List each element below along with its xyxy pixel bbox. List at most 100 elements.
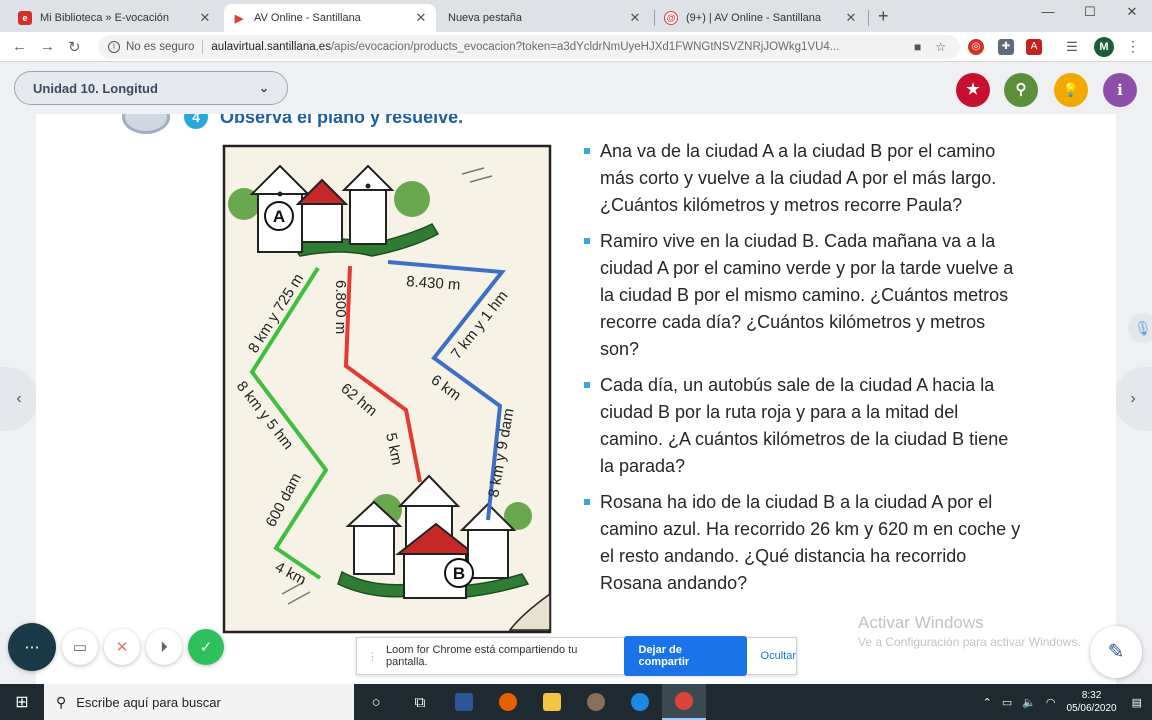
close-tab-icon[interactable]: ✕ bbox=[844, 10, 858, 26]
favorite-button[interactable]: ★ bbox=[956, 73, 990, 107]
exercise-number: 4 bbox=[184, 114, 208, 129]
tab-title: Mi Biblioteca » E-vocación bbox=[40, 12, 170, 24]
drag-handle-icon[interactable]: ⋮ bbox=[367, 650, 378, 663]
new-tab-icon[interactable]: + bbox=[878, 6, 889, 27]
tab-divider bbox=[868, 10, 869, 26]
wifi-icon[interactable]: ◠ bbox=[1046, 696, 1056, 709]
file-explorer-icon[interactable] bbox=[530, 684, 574, 720]
loom-menu-button[interactable]: ⋯ bbox=[8, 623, 56, 671]
word-app-icon[interactable] bbox=[442, 684, 486, 720]
spiral-favicon-icon: @ bbox=[664, 11, 678, 25]
profile-avatar[interactable]: M bbox=[1094, 37, 1114, 57]
watermark-subtitle: Ve a Configuración para activar Windows. bbox=[858, 635, 1081, 649]
chevron-down-icon: ⌄ bbox=[258, 81, 269, 95]
reading-list-icon[interactable]: ☰ bbox=[1064, 39, 1080, 55]
search-button[interactable]: ⚲ bbox=[1004, 73, 1038, 107]
search-icon: ⚲ bbox=[1015, 81, 1027, 98]
task-view-icon[interactable]: ⧉ bbox=[398, 684, 442, 720]
previous-page-button[interactable]: ‹ bbox=[0, 367, 38, 431]
route-map-illustration: A B 8 km y 725 m 8 km y 5 hm 600 dam 4 k… bbox=[222, 144, 552, 634]
exercise-heading: 4 Observa el plano y resuelve. bbox=[122, 114, 463, 134]
unit-selector[interactable]: Unidad 10. Longitud ⌄ bbox=[14, 71, 288, 105]
search-icon: ⚲ bbox=[56, 693, 67, 710]
security-status[interactable]: No es seguro bbox=[126, 41, 194, 53]
page-content: Unidad 10. Longitud ⌄ ★ ⚲ 💡 i ‹ › 🎙 4 Ob… bbox=[0, 63, 1152, 684]
loom-controls: ⋯ ▭ ✕ ⏵ ✓ bbox=[8, 623, 224, 671]
tab-title: (9+) | AV Online - Santillana bbox=[686, 12, 822, 24]
taskbar-search[interactable]: ⚲ Escribe aquí para buscar bbox=[44, 684, 354, 720]
tab-title: Nueva pestaña bbox=[448, 12, 522, 24]
back-icon[interactable]: ← bbox=[12, 38, 27, 55]
windows-activation-watermark: Activar Windows Ve a Configuración para … bbox=[858, 613, 1081, 649]
forward-icon[interactable]: → bbox=[40, 38, 55, 55]
notifications-icon[interactable]: ▤ bbox=[1132, 696, 1142, 709]
tab-mi-biblioteca[interactable]: e Mi Biblioteca » E-vocación ✕ bbox=[10, 4, 220, 32]
microphone-icon[interactable]: 🎙 bbox=[1128, 313, 1152, 343]
divider bbox=[202, 40, 204, 54]
close-window-icon[interactable]: ✕ bbox=[1112, 4, 1152, 20]
chrome-menu-icon[interactable]: ⋮ bbox=[1126, 38, 1140, 55]
chevron-right-icon: › bbox=[1130, 390, 1136, 407]
light-button[interactable]: 💡 bbox=[1054, 73, 1088, 107]
route-map: A B 8 km y 725 m 8 km y 5 hm 600 dam 4 k… bbox=[222, 144, 552, 634]
tab-title: AV Online - Santillana bbox=[254, 12, 361, 24]
task-item: Cada día, un autobús sale de la ciudad A… bbox=[584, 372, 1024, 480]
unit-label: Unidad 10. Longitud bbox=[33, 80, 158, 96]
app-icon[interactable] bbox=[574, 684, 618, 720]
info-button[interactable]: i bbox=[1103, 73, 1137, 107]
url-text[interactable]: aulavirtual.santillana.es/apis/evocacion… bbox=[211, 41, 914, 53]
camera-icon: ▭ bbox=[72, 639, 88, 656]
chrome-app-icon[interactable] bbox=[662, 684, 706, 720]
edit-button[interactable]: ✎ bbox=[1090, 626, 1142, 678]
close-tab-icon[interactable]: ✕ bbox=[628, 10, 642, 26]
info-icon[interactable]: i bbox=[108, 41, 120, 53]
cortana-icon[interactable]: ○ bbox=[354, 684, 398, 720]
minimize-icon[interactable]: — bbox=[1028, 4, 1068, 19]
loom-camera-button[interactable]: ▭ bbox=[62, 629, 98, 665]
loom-pause-button[interactable]: ⏵ bbox=[146, 629, 182, 665]
chevron-left-icon: ‹ bbox=[16, 390, 22, 407]
pdf-extension-icon[interactable]: A bbox=[1026, 39, 1042, 55]
reload-icon[interactable]: ↻ bbox=[68, 38, 81, 56]
exercise-sheet: 4 Observa el plano y resuelve. A B 8 km … bbox=[36, 114, 1116, 684]
volume-icon[interactable]: 🔈 bbox=[1022, 696, 1036, 709]
lightbulb-icon: 💡 bbox=[1062, 82, 1080, 97]
extension-icon[interactable]: ◎ bbox=[968, 39, 984, 55]
chevron-up-icon[interactable]: ⌃ bbox=[983, 696, 992, 709]
close-icon: ✕ bbox=[115, 639, 129, 656]
tab-av-online-notifications[interactable]: @ (9+) | AV Online - Santillana ✕ bbox=[656, 4, 866, 32]
tab-nueva-pestana[interactable]: Nueva pestaña ✕ bbox=[440, 4, 650, 32]
bookmark-star-icon[interactable]: ☆ bbox=[935, 40, 946, 54]
system-tray: ⌃ ▭ 🔈 ◠ 8:32 05/06/2020 ▤ bbox=[978, 689, 1152, 715]
close-tab-icon[interactable]: ✕ bbox=[414, 10, 428, 26]
exercise-type-icon bbox=[122, 114, 170, 134]
edge-app-icon[interactable] bbox=[618, 684, 662, 720]
loom-cancel-button[interactable]: ✕ bbox=[104, 629, 140, 665]
camera-icon[interactable]: ■ bbox=[914, 40, 921, 54]
tab-av-online[interactable]: ▶ AV Online - Santillana ✕ bbox=[224, 4, 436, 32]
url-path: /apis/evocacion/products_evocacion?token… bbox=[330, 41, 840, 53]
address-bar[interactable]: i No es seguro aulavirtual.santillana.es… bbox=[98, 35, 960, 59]
firefox-app-icon[interactable] bbox=[486, 684, 530, 720]
stop-sharing-button[interactable]: Dejar de compartir bbox=[624, 636, 747, 676]
clock-date: 05/06/2020 bbox=[1066, 703, 1117, 714]
start-button[interactable]: ⊞ bbox=[0, 684, 44, 720]
clock[interactable]: 8:32 05/06/2020 bbox=[1067, 689, 1117, 715]
next-page-button[interactable]: › bbox=[1114, 367, 1152, 431]
close-tab-icon[interactable]: ✕ bbox=[198, 10, 212, 26]
puzzle-icon[interactable]: ✚ bbox=[998, 39, 1014, 55]
hide-button[interactable]: Ocultar bbox=[761, 650, 796, 662]
tab-strip: e Mi Biblioteca » E-vocación ✕ ▶ AV Onli… bbox=[0, 0, 1152, 32]
star-icon: ★ bbox=[966, 81, 980, 98]
city-a-label: A bbox=[273, 207, 285, 226]
task-list: Ana va de la ciudad A a la ciudad B por … bbox=[584, 138, 1024, 606]
evocacion-favicon-icon: e bbox=[18, 11, 32, 25]
loom-finish-button[interactable]: ✓ bbox=[188, 629, 224, 665]
red-distance-1: 6.800 m bbox=[332, 280, 349, 334]
screen-sharing-bar: ⋮ Loom for Chrome está compartiendo tu p… bbox=[356, 636, 797, 676]
url-host: aulavirtual.santillana.es bbox=[211, 41, 331, 53]
windows-taskbar: ⊞ ⚲ Escribe aquí para buscar ○ ⧉ ⌃ ▭ 🔈 ◠… bbox=[0, 684, 1152, 720]
maximize-icon[interactable]: ☐ bbox=[1070, 4, 1110, 20]
check-icon: ✓ bbox=[199, 639, 213, 656]
network-icon[interactable]: ▭ bbox=[1002, 696, 1012, 709]
